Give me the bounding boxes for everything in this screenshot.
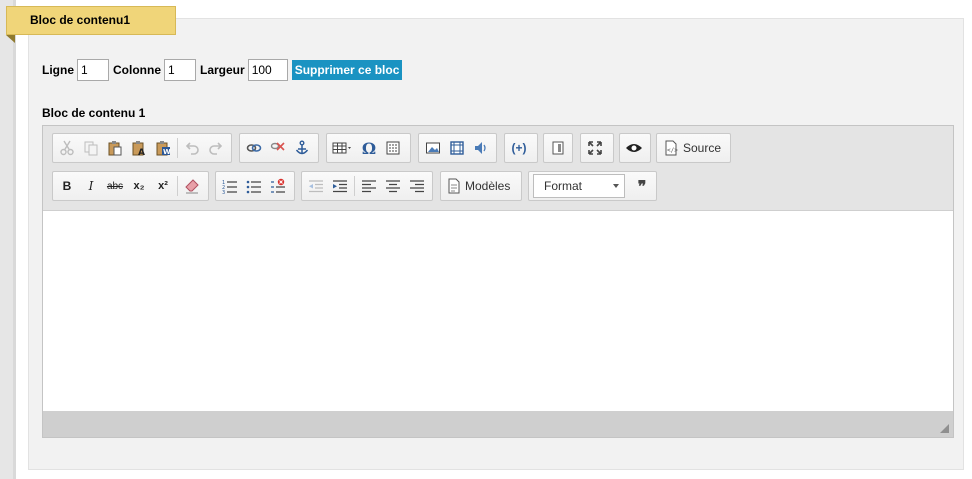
left-strip [0,0,16,479]
maximize-group [580,133,614,163]
format-select[interactable]: Format [533,174,625,198]
copy-icon[interactable] [79,136,103,160]
format-combo[interactable]: Format [533,174,625,198]
page-break-icon[interactable] [381,136,405,160]
undo-icon[interactable] [180,136,204,160]
block-tab[interactable]: Bloc de contenu1 [6,6,176,35]
svg-text:3: 3 [222,190,225,194]
blockquote-icon[interactable]: ❞ [630,174,654,198]
indent-align-group [301,171,433,201]
svg-text:</>: </> [667,147,678,154]
ligne-input[interactable] [77,59,109,81]
video-icon[interactable] [445,136,469,160]
showblocks-group [543,133,573,163]
iframe-icon[interactable]: (+) [507,136,531,160]
redo-icon[interactable] [204,136,228,160]
format-group: Format ❞ [528,171,657,201]
anchor-icon[interactable] [290,136,314,160]
media-group [418,133,497,163]
svg-text:A: A [138,148,145,156]
paste-icon[interactable] [103,136,127,160]
subscript-button[interactable]: x₂ [127,174,151,198]
remove-format-icon[interactable] [180,174,204,198]
paste-text-icon[interactable]: A [127,136,151,160]
block-settings-row: Ligne Colonne Largeur Supprimer ce bloc [42,58,403,82]
bold-button[interactable]: B [55,174,79,198]
editor-status-bar [43,411,953,437]
svg-text:W: W [163,148,171,156]
preview-group [619,133,651,163]
outdent-icon[interactable] [304,174,328,198]
colonne-input[interactable] [164,59,196,81]
list-group: 123 [215,171,295,201]
bulleted-list-icon[interactable] [242,174,266,198]
cut-icon[interactable] [55,136,79,160]
maximize-icon[interactable] [583,136,607,160]
source-icon: </> [665,140,678,156]
iframe-group: (+) [504,133,538,163]
largeur-label: Largeur [200,63,245,77]
align-center-icon[interactable] [381,174,405,198]
indent-icon[interactable] [328,174,352,198]
align-right-icon[interactable] [405,174,429,198]
paste-word-icon[interactable]: W [151,136,175,160]
show-blocks-icon[interactable] [546,136,570,160]
section-label: Bloc de contenu 1 [42,106,146,120]
colonne-label: Colonne [113,63,161,77]
resize-handle-icon[interactable] [940,424,949,433]
largeur-input[interactable] [247,59,288,81]
templates-icon [448,178,460,194]
numbered-list-icon[interactable]: 123 [218,174,242,198]
preview-eye-icon[interactable] [622,136,646,160]
ligne-label: Ligne [42,63,74,77]
editor-content-area[interactable] [44,211,952,411]
basic-styles-group: B I abc x₂ x² [52,171,209,201]
insert-group: Ω [326,133,411,163]
special-char-icon[interactable]: Ω [357,136,381,160]
superscript-button[interactable]: x² [151,174,175,198]
editor-toolbar: A W Ω (+) </> Source B I abc x₂ x² 1 2 3… [43,126,953,211]
clipboard-group: A W [52,133,232,163]
tab-fold [6,35,15,43]
templates-group: Modèles [440,171,522,201]
image-icon[interactable] [421,136,445,160]
link-icon[interactable] [242,136,266,160]
link-group [239,133,319,163]
align-left-icon[interactable] [357,174,381,198]
templates-button[interactable]: Modèles [443,174,514,198]
strike-button[interactable]: abc [103,174,127,198]
source-button[interactable]: </> Source [659,136,725,160]
table-icon[interactable] [329,136,357,160]
checklist-icon[interactable] [266,174,290,198]
chevron-down-icon [613,184,619,188]
unlink-icon[interactable] [266,136,290,160]
italic-button[interactable]: I [79,174,103,198]
audio-icon[interactable] [469,136,493,160]
rich-text-editor: A W Ω (+) </> Source B I abc x₂ x² 1 2 3… [42,125,954,438]
source-group: </> Source [656,133,731,163]
delete-block-button[interactable]: Supprimer ce bloc [291,60,403,80]
